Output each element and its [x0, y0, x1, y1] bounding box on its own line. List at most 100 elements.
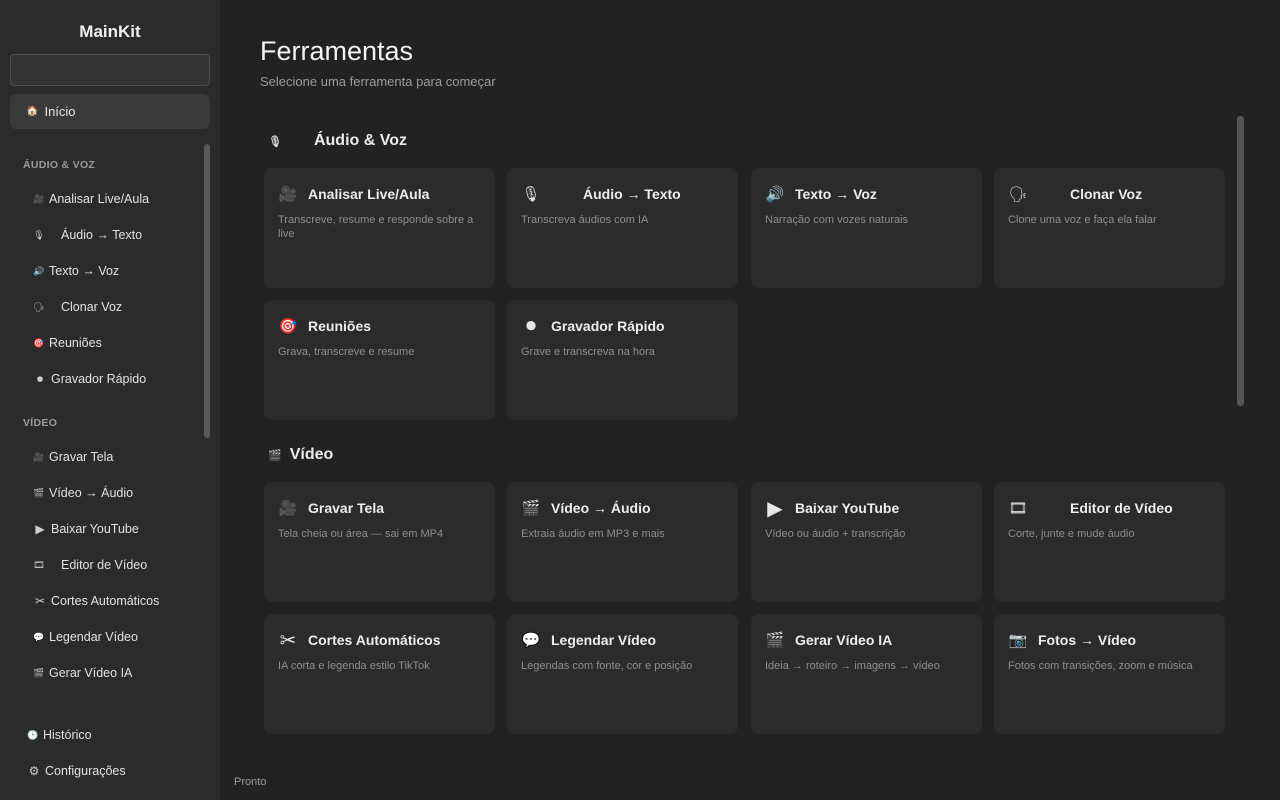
- search-input[interactable]: [10, 54, 210, 86]
- tool-card-clonar-voz[interactable]: 🗣 Clonar Voz Clone uma voz e faça ela fal…: [994, 168, 1225, 288]
- tool-card-gerar-video-ia[interactable]: 🎬 Gerar Vídeo IA Ideia → roteiro → imagen…: [751, 614, 982, 734]
- speaking-head-icon: 🗣: [1008, 186, 1028, 203]
- main-content: Ferramentas Selecione uma ferramenta par…: [220, 0, 1280, 800]
- sidebar-item-analisar-live[interactable]: 🎥 Analisar Live/Aula: [26, 186, 196, 212]
- speaker-icon: 🔊: [765, 186, 785, 203]
- category-label: Áudio & Voz: [313, 132, 407, 149]
- sidebar-item-label: Clonar Voz: [61, 300, 123, 314]
- tool-card-editor-video[interactable]: 🎞 Editor de Vídeo Corte, junte e mude áud…: [994, 482, 1225, 602]
- sidebar-item-inicio[interactable]: 🏠 Início: [10, 94, 210, 129]
- target-icon: 🎯: [33, 337, 45, 348]
- card-description: Legendas com fonte, cor e posição: [521, 660, 693, 672]
- film-frames-icon: 🎞: [33, 559, 45, 570]
- sidebar-item-texto-voz[interactable]: 🔊 Texto → Voz: [26, 258, 196, 284]
- clapper-icon: 🎬: [33, 487, 45, 498]
- sidebar-item-gerar-video-ia[interactable]: 🎬 Gerar Vídeo IA: [26, 660, 196, 686]
- page-title: Ferramentas: [260, 36, 414, 66]
- app-brand: MainKit: [79, 22, 141, 41]
- card-title: Baixar YouTube: [795, 500, 900, 516]
- sidebar-item-reunioes[interactable]: 🎯 Reuniões: [26, 330, 196, 356]
- card-title: Editor de Vídeo: [1070, 500, 1173, 516]
- sidebar-item-label: Cortes Automáticos: [51, 594, 160, 608]
- video-camera-icon: 🎥: [278, 186, 298, 203]
- card-title: Reuniões: [308, 318, 372, 334]
- category-heading-audio: 🎙 Áudio & Voz: [268, 132, 407, 150]
- tool-card-video-audio[interactable]: 🎬 Vídeo → Áudio Extraia áudio em MP3 e ma…: [507, 482, 738, 602]
- gear-icon: ⚙: [28, 764, 40, 778]
- card-description: Ideia → roteiro → imagens → vídeo: [765, 660, 940, 672]
- sidebar-item-label: Legendar Vídeo: [49, 630, 138, 644]
- sidebar-item-historico[interactable]: 🕒 Histórico: [20, 722, 190, 748]
- tool-card-legendar-video[interactable]: 💬 Legendar Vídeo Legendas com fonte, cor …: [507, 614, 738, 734]
- card-description: Corte, junte e mude áudio: [1008, 528, 1135, 540]
- category-heading-video: 🎬 Vídeo: [268, 446, 333, 464]
- play-button-icon: ▶: [767, 497, 783, 520]
- speech-bubble-icon: 💬: [521, 632, 541, 649]
- speaker-icon: 🔊: [33, 265, 45, 276]
- card-description: Vídeo ou áudio + transcrição: [765, 528, 906, 540]
- video-camera-icon: 🎥: [33, 451, 45, 462]
- tool-card-fotos-video[interactable]: 📷 Fotos → Vídeo Fotos com transições, zoo…: [994, 614, 1225, 734]
- clapper-icon: 🎬: [33, 667, 45, 678]
- card-description: Transcreva áudios com IA: [521, 214, 649, 226]
- card-description: IA corta e legenda estilo TikTok: [278, 660, 430, 672]
- speech-bubble-icon: 💬: [33, 631, 45, 642]
- card-title: Vídeo → Áudio: [551, 500, 651, 516]
- sidebar-item-cortes-automaticos[interactable]: ✂ Cortes Automáticos: [26, 588, 196, 614]
- tool-card-baixar-youtube[interactable]: ▶ Baixar YouTube Vídeo ou áudio + transcr…: [751, 482, 982, 602]
- sidebar-item-label: Gravar Tela: [49, 450, 114, 464]
- card-title: Gravar Tela: [308, 500, 385, 516]
- scissors-icon: ✂: [279, 629, 297, 652]
- card-description: Narração com vozes naturais: [765, 214, 909, 226]
- card-description: Transcreve, resume e responde sobre a li…: [278, 214, 474, 240]
- tool-card-cortes-automaticos[interactable]: ✂ Cortes Automáticos IA corta e legenda e…: [264, 614, 495, 734]
- sidebar-scrollbar[interactable]: [204, 144, 210, 438]
- card-description: Fotos com transições, zoom e música: [1008, 660, 1193, 672]
- tool-card-analisar-live[interactable]: 🎥 Analisar Live/Aula Transcreve, resume e…: [264, 168, 495, 288]
- section-label-video: VÍDEO: [23, 417, 58, 429]
- camera-icon: 📷: [1008, 632, 1028, 649]
- card-title: Áudio → Texto: [583, 186, 681, 202]
- sidebar-item-label: Gerar Vídeo IA: [49, 666, 133, 680]
- sidebar-item-label: Áudio → Texto: [61, 228, 143, 242]
- tool-card-gravador-rapido[interactable]: ⏺ Gravador Rápido Grave e transcreva na h…: [507, 300, 738, 420]
- sidebar-item-configuracoes[interactable]: ⚙ Configurações: [20, 758, 190, 784]
- sidebar: MainKit 🏠 Início ÁUDIO & VOZ 🎥 Analisar …: [0, 0, 220, 800]
- card-description: Tela cheia ou área — sai em MP4: [278, 528, 444, 540]
- clapper-icon: 🎬: [521, 500, 541, 517]
- video-camera-icon: 🎥: [278, 500, 298, 517]
- sidebar-item-video-audio[interactable]: 🎬 Vídeo → Áudio: [26, 480, 196, 506]
- sidebar-item-legendar-video[interactable]: 💬 Legendar Vídeo: [26, 624, 196, 650]
- card-title: Cortes Automáticos: [308, 632, 441, 648]
- sidebar-item-editor-video[interactable]: 🎞 Editor de Vídeo: [26, 552, 196, 578]
- sidebar-item-gravador-rapido[interactable]: ⏺ Gravador Rápido: [26, 366, 196, 392]
- sidebar-item-label: Editor de Vídeo: [61, 558, 148, 572]
- tool-card-audio-texto[interactable]: 🎙 Áudio → Texto Transcreva áudios com IA: [507, 168, 738, 288]
- sidebar-item-label: Histórico: [43, 728, 92, 742]
- main-scrollbar[interactable]: [1237, 116, 1244, 406]
- microphone-icon: 🎙: [268, 135, 282, 148]
- scissors-icon: ✂: [34, 594, 46, 608]
- house-icon: 🏠: [26, 106, 39, 117]
- sidebar-item-label: Configurações: [45, 764, 126, 778]
- card-description: Extraia áudio em MP3 e mais: [521, 528, 665, 540]
- sidebar-item-gravar-tela[interactable]: 🎥 Gravar Tela: [26, 444, 196, 470]
- sidebar-item-baixar-youtube[interactable]: ▶ Baixar YouTube: [26, 516, 196, 542]
- microphone-icon: 🎙: [521, 186, 541, 203]
- sidebar-item-audio-texto[interactable]: 🎙 Áudio → Texto: [26, 222, 196, 248]
- record-button-icon: ⏺: [36, 371, 43, 386]
- clock-icon: 🕒: [27, 729, 39, 740]
- page-subtitle: Selecione uma ferramenta para começar: [260, 74, 496, 89]
- card-title: Gravador Rápido: [551, 318, 665, 334]
- tool-card-reunioes[interactable]: 🎯 Reuniões Grava, transcreve e resume: [264, 300, 495, 420]
- card-description: Clone uma voz e faça ela falar: [1008, 214, 1157, 226]
- video-camera-icon: 🎥: [33, 193, 45, 204]
- tool-card-gravar-tela[interactable]: 🎥 Gravar Tela Tela cheia ou área — sai em…: [264, 482, 495, 602]
- card-title: Fotos → Vídeo: [1038, 632, 1136, 648]
- sidebar-item-label: Analisar Live/Aula: [49, 192, 150, 206]
- clapper-icon: 🎬: [268, 449, 282, 462]
- status-text: Pronto: [234, 776, 267, 788]
- tool-card-texto-voz[interactable]: 🔊 Texto → Voz Narração com vozes naturais: [751, 168, 982, 288]
- film-frames-icon: 🎞: [1008, 500, 1028, 517]
- sidebar-item-clonar-voz[interactable]: 🗣 Clonar Voz: [26, 294, 196, 320]
